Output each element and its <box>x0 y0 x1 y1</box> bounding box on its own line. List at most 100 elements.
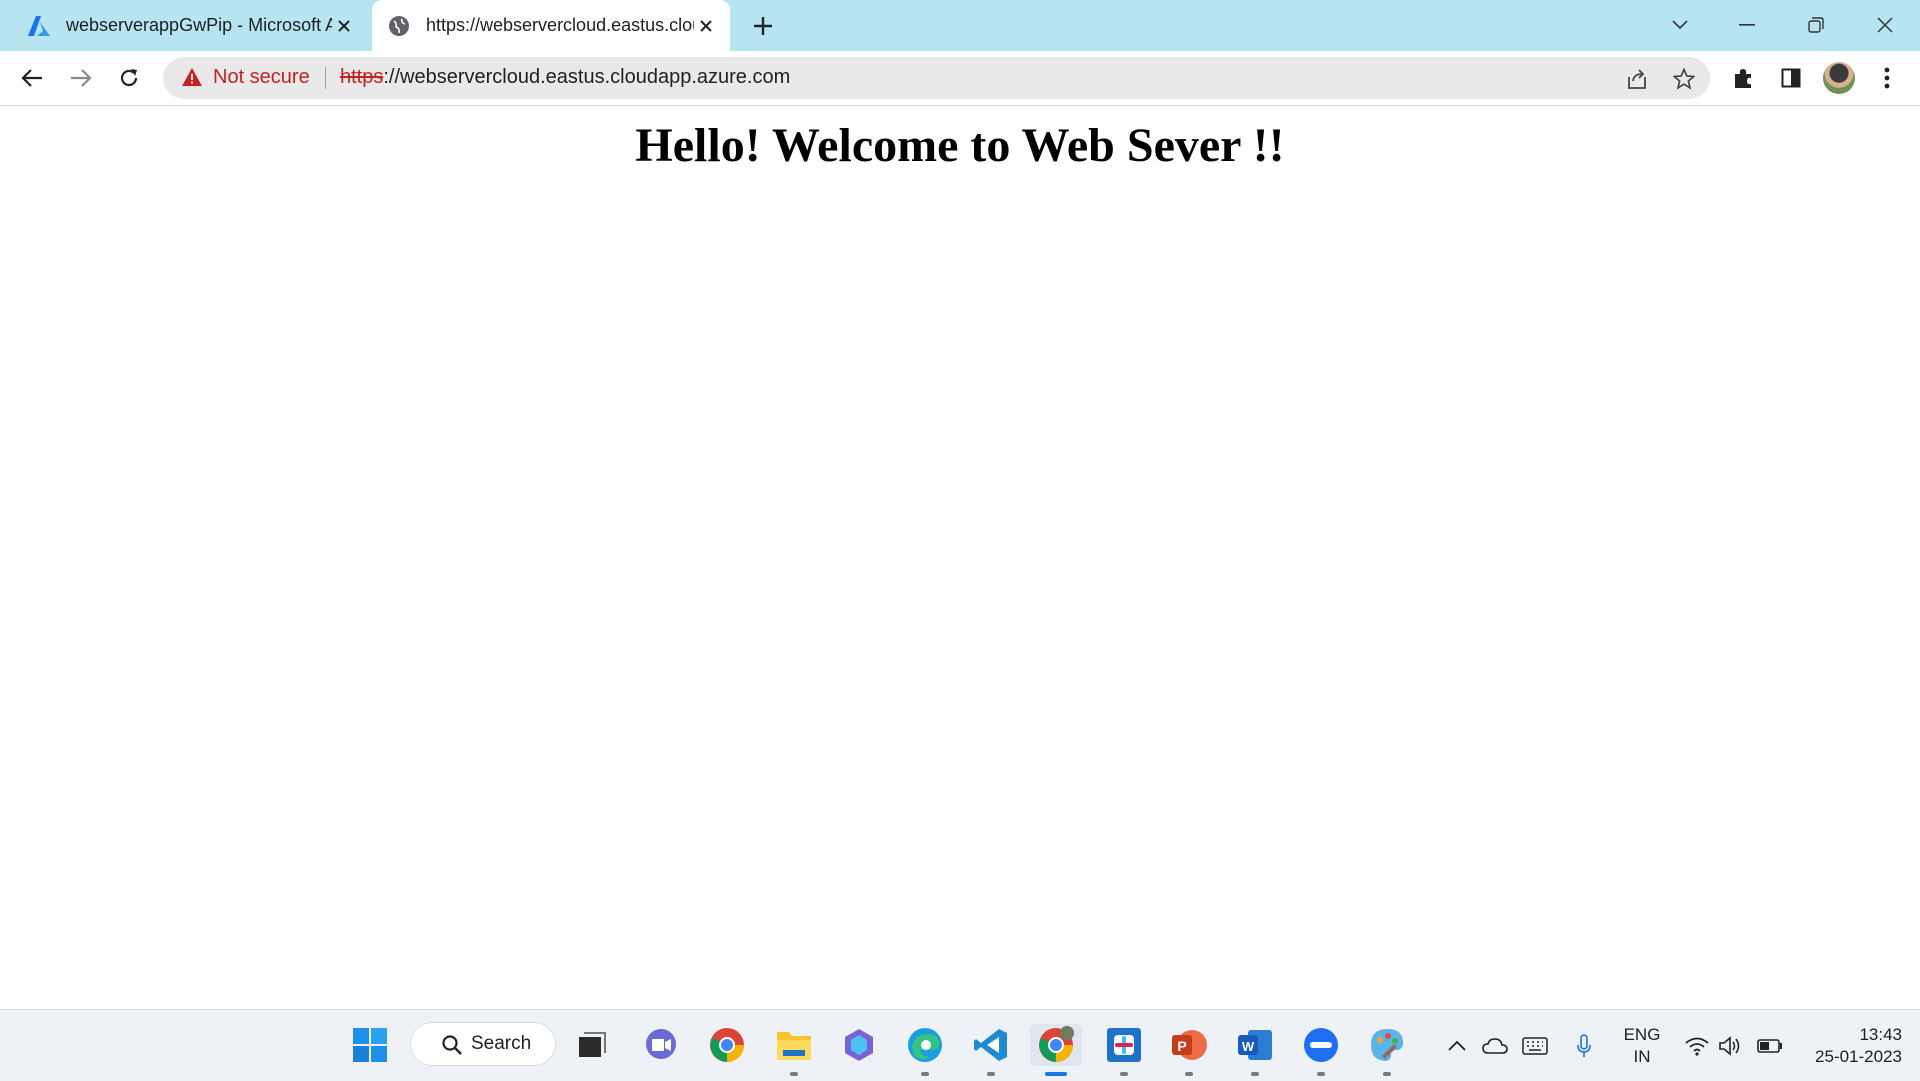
restore-button[interactable] <box>1796 10 1836 40</box>
close-window-button[interactable] <box>1865 10 1905 40</box>
close-icon[interactable] <box>694 14 718 38</box>
tab-title: https://webservercloud.eastus.cloudapp.a… <box>426 15 694 35</box>
onedrive-button[interactable] <box>1481 1032 1509 1060</box>
reload-button[interactable] <box>114 63 144 93</box>
speaker-icon <box>1719 1036 1740 1056</box>
battery-button[interactable] <box>1756 1032 1784 1060</box>
windows-start-icon <box>353 1028 387 1062</box>
tab-search-chevron-icon <box>1672 20 1688 30</box>
show-hidden-chevron-icon <box>1448 1040 1466 1051</box>
forward-arrow-icon <box>71 69 92 87</box>
side-panel-button[interactable] <box>1776 63 1806 93</box>
chrome-icon <box>710 1028 744 1062</box>
running-indicator <box>987 1072 995 1076</box>
globe-icon <box>388 15 410 37</box>
security-status-label[interactable]: Not secure <box>213 66 310 89</box>
bookmark-button[interactable] <box>1671 66 1697 92</box>
task-view-icon <box>579 1032 606 1057</box>
taskbar-search[interactable]: Search <box>410 1022 556 1066</box>
restore-icon <box>1808 17 1824 33</box>
side-panel-icon <box>1781 68 1801 88</box>
tab-webserver[interactable]: https://webservercloud.eastus.cloudapp.a… <box>372 0 730 51</box>
vscode-icon <box>974 1029 1007 1061</box>
system-clock[interactable]: 13:43 25-01-2023 <box>1798 1024 1902 1068</box>
bookmark-star-icon <box>1673 68 1695 90</box>
active-indicator <box>1045 1072 1067 1076</box>
volume-button[interactable] <box>1716 1032 1744 1060</box>
forward-button[interactable] <box>66 63 96 93</box>
clock-date: 25-01-2023 <box>1815 1047 1902 1066</box>
minimize-button[interactable] <box>1727 10 1767 40</box>
plus-icon <box>754 17 772 35</box>
svg-text:P: P <box>1177 1038 1186 1054</box>
slack-button[interactable] <box>1103 1024 1145 1076</box>
task-view-button[interactable] <box>571 1024 613 1066</box>
search-icon <box>442 1035 462 1055</box>
address-separator <box>325 67 326 89</box>
minimize-icon <box>1739 24 1755 26</box>
warning-triangle-icon[interactable] <box>181 67 203 89</box>
tab-azure[interactable]: webserverappGwPip - Microsoft Azure <box>0 0 368 51</box>
clock-time: 13:43 <box>1859 1025 1902 1044</box>
search-label: Search <box>471 1033 532 1054</box>
input-language-indicator[interactable]: ENG IN <box>1620 1024 1664 1068</box>
zoom-icon <box>1304 1028 1338 1062</box>
zoom-button[interactable] <box>1300 1024 1342 1076</box>
menu-kebab-icon <box>1884 67 1890 89</box>
new-tab-button[interactable] <box>748 11 778 41</box>
running-indicator <box>1120 1072 1128 1076</box>
extensions-puzzle-icon <box>1735 69 1751 88</box>
running-indicator <box>790 1072 798 1076</box>
extensions-button[interactable] <box>1728 63 1758 93</box>
azure-logo-icon <box>28 15 50 37</box>
edge-button[interactable] <box>904 1024 946 1076</box>
address-bar[interactable]: Not secure https://webservercloud.eastus… <box>163 57 1710 99</box>
browser-menu-button[interactable] <box>1872 63 1902 93</box>
paint-button[interactable] <box>1366 1024 1408 1076</box>
back-button[interactable] <box>17 63 47 93</box>
windows-taskbar: Search P W ENG IN 13:43 25-01-2023 <box>0 1009 1920 1081</box>
windows-start-button[interactable] <box>349 1024 391 1066</box>
vscode-button[interactable] <box>970 1024 1012 1076</box>
file-explorer-icon <box>777 1032 811 1060</box>
language-code: ENG <box>1623 1025 1661 1044</box>
browser-toolbar: Not secure https://webservercloud.eastus… <box>0 51 1920 106</box>
touch-keyboard-button[interactable] <box>1521 1032 1549 1060</box>
chrome-button[interactable] <box>706 1024 748 1066</box>
touch-keyboard-icon <box>1522 1037 1548 1055</box>
tab-strip: webserverappGwPip - Microsoft Azure http… <box>0 0 1920 51</box>
share-button[interactable] <box>1624 66 1650 92</box>
powerpoint-button[interactable]: P <box>1168 1024 1210 1076</box>
close-icon[interactable] <box>332 14 356 38</box>
chrome-profile-button[interactable] <box>1030 1024 1082 1076</box>
running-indicator <box>1251 1072 1259 1076</box>
battery-icon <box>1757 1039 1782 1053</box>
close-icon <box>1877 17 1893 33</box>
word-icon: W <box>1238 1030 1272 1060</box>
microphone-button[interactable] <box>1570 1032 1598 1060</box>
url-text[interactable]: https://webservercloud.eastus.cloudapp.a… <box>340 66 790 89</box>
profile-avatar[interactable] <box>1823 62 1855 94</box>
show-hidden-icons-button[interactable] <box>1443 1032 1471 1060</box>
teams-chat-button[interactable] <box>640 1024 682 1066</box>
powerpoint-icon: P <box>1172 1030 1207 1060</box>
copilot-button[interactable] <box>838 1024 880 1066</box>
paint-icon <box>1371 1029 1403 1061</box>
chrome-profile-icon <box>1039 1026 1074 1062</box>
running-indicator <box>1185 1072 1193 1076</box>
running-indicator <box>921 1072 929 1076</box>
teams-chat-icon <box>646 1029 676 1059</box>
tab-search-button[interactable] <box>1660 10 1700 40</box>
file-explorer-button[interactable] <box>773 1024 815 1076</box>
url-scheme: https <box>340 66 384 88</box>
url-host: ://webservercloud.eastus.cloudapp.azure.… <box>383 66 791 88</box>
word-button[interactable]: W <box>1234 1024 1276 1076</box>
network-button[interactable] <box>1683 1032 1711 1060</box>
wifi-icon <box>1685 1037 1709 1056</box>
region-code: IN <box>1633 1047 1651 1066</box>
running-indicator <box>1317 1072 1325 1076</box>
edge-icon <box>908 1028 942 1062</box>
slack-icon <box>1107 1028 1141 1062</box>
page-heading: Hello! Welcome to Web Sever !! <box>635 119 1285 172</box>
tab-title: webserverappGwPip - Microsoft Azure <box>66 15 332 35</box>
